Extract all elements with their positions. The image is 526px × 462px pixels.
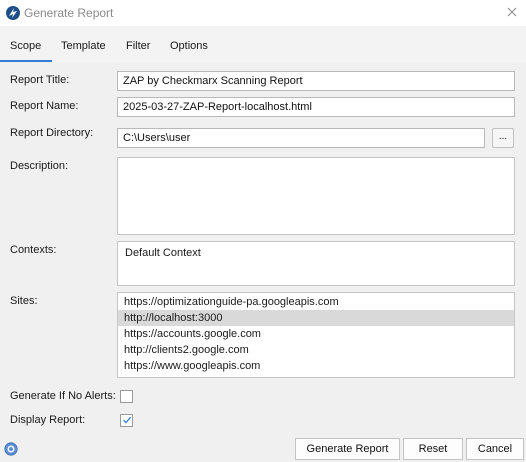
active-tab-indicator — [0, 60, 52, 62]
display-report-label: Display Report: — [10, 414, 86, 426]
description-textarea[interactable] — [117, 157, 515, 235]
report-name-input[interactable]: 2025-03-27-ZAP-Report-localhost.html — [117, 97, 515, 117]
display-report-checkbox[interactable] — [120, 414, 133, 427]
report-title-input[interactable]: ZAP by Checkmarx Scanning Report — [117, 71, 515, 91]
reset-button[interactable]: Reset — [403, 438, 463, 460]
generate-if-no-alerts-checkbox[interactable] — [120, 390, 133, 403]
generate-report-button[interactable]: Generate Report — [295, 438, 400, 460]
site-item[interactable]: https://optimizationguide-pa.googleapis.… — [118, 294, 514, 310]
browse-directory-button[interactable]: ... — [492, 128, 514, 148]
tab-scope[interactable]: Scope — [10, 40, 41, 52]
description-label: Description: — [10, 160, 69, 172]
contexts-label: Contexts: — [10, 244, 57, 256]
site-item[interactable]: https://accounts.google.com — [118, 326, 514, 342]
site-item[interactable]: http://clients2.google.com — [118, 342, 514, 358]
site-item-selected[interactable]: http://localhost:3000 — [118, 310, 514, 326]
report-directory-label: Report Directory: — [10, 127, 94, 139]
checkmark-icon — [123, 416, 132, 424]
context-item[interactable]: Default Context — [125, 247, 201, 259]
tab-filter[interactable]: Filter — [126, 40, 150, 52]
site-item[interactable]: https://www.googleapis.com — [118, 358, 514, 374]
title-bar: Generate Report — [0, 0, 526, 26]
window-title: Generate Report — [24, 6, 114, 20]
help-icon[interactable] — [4, 442, 18, 456]
cancel-button[interactable]: Cancel — [466, 438, 524, 460]
sites-list[interactable]: https://optimizationguide-pa.googleapis.… — [117, 292, 515, 378]
tab-template[interactable]: Template — [61, 40, 106, 52]
generate-if-no-alerts-label: Generate If No Alerts: — [10, 390, 116, 402]
zap-logo-icon — [6, 6, 20, 20]
tab-bar: Scope Template Filter Options — [0, 26, 526, 62]
contexts-list[interactable]: Default Context — [117, 241, 515, 286]
report-title-label: Report Title: — [10, 74, 70, 86]
tab-options[interactable]: Options — [170, 40, 208, 52]
report-name-label: Report Name: — [10, 100, 79, 112]
sites-label: Sites: — [10, 295, 38, 307]
report-directory-input[interactable]: C:\Users\user — [117, 128, 485, 148]
close-icon[interactable] — [504, 4, 520, 20]
